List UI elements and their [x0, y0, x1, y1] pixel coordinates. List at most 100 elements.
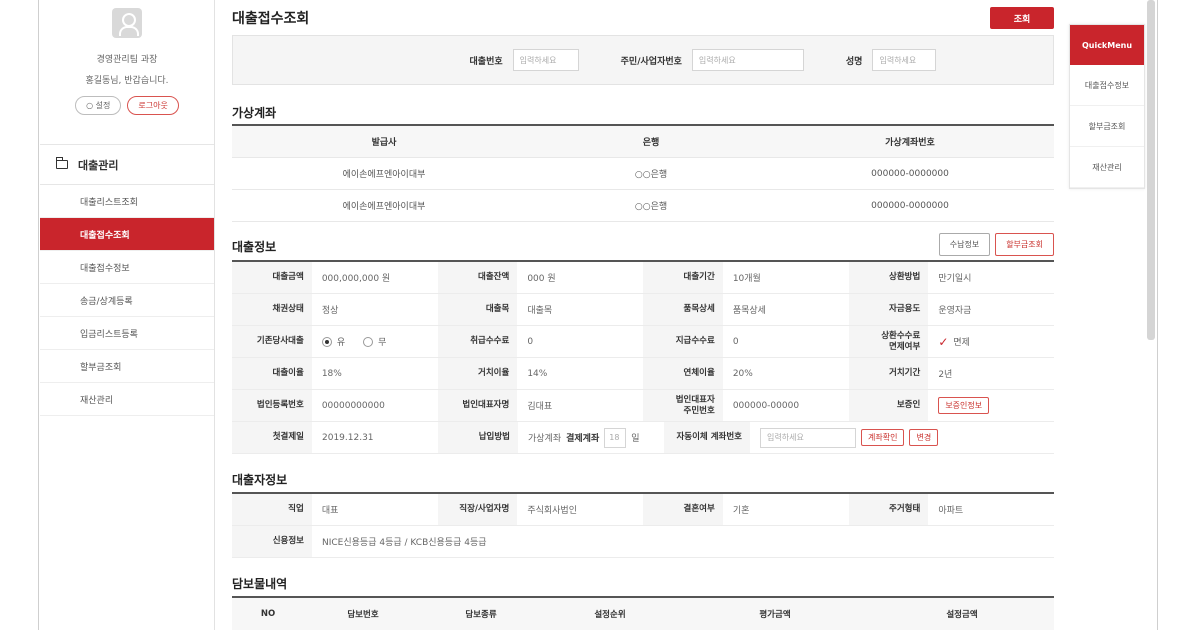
field-label: 거치기간: [848, 358, 929, 389]
loan-info-grid: 대출금액 000,000,000 원 대출잔액 000 원 대출기간 10개월 …: [232, 262, 1054, 454]
sidebar-item-loan-list[interactable]: 대출리스트조회: [40, 185, 214, 218]
field-value: 20%: [732, 368, 753, 379]
quick-menu: QuickMenu 대출접수정보 할부금조회 재산관리: [1069, 24, 1145, 189]
installment-inquiry-button[interactable]: 할부금조회: [995, 233, 1054, 256]
field-label: 대출이율: [232, 358, 312, 389]
menu-group-loan-management[interactable]: 대출관리: [40, 145, 214, 185]
field-value: 주식회사법인: [527, 506, 577, 516]
auto-transfer-account-input[interactable]: 입력하세요: [760, 427, 856, 448]
quick-item-loan-application-info[interactable]: 대출접수정보: [1070, 65, 1144, 106]
quick-item-installment[interactable]: 할부금조회: [1070, 106, 1144, 147]
field-label: 보증인: [848, 390, 929, 421]
field-value: 0: [527, 336, 534, 347]
field-value: 정상: [321, 306, 339, 316]
table-row[interactable]: 에이손에프엔아이대부 ○○은행 000000-0000000: [232, 158, 1054, 190]
auto-transfer-field: 입력하세요 계좌확인 변경: [750, 422, 1000, 453]
loan-info-row: 채권상태 정상 대출목 대출목 품목상세 품목상세 자금용도 운영자금: [232, 294, 1054, 326]
field-label: 상환방법: [848, 262, 929, 293]
search-panel: 대출번호 입력하세요 주민/사업자번호 입력하세요 성명 입력하세요: [232, 35, 1054, 85]
loan-info-row: 첫결제일 2019.12.31 납입방법 가상계좌 결제계좌 18 일 자동이체…: [232, 422, 1054, 454]
field-label: 납입방법: [438, 422, 518, 453]
id-number-input[interactable]: 입력하세요: [691, 49, 804, 71]
loan-info-row: 대출이율 18% 거치이율 14% 연체이율 20% 거치기간 2년: [232, 358, 1054, 390]
header-set-amount: 설정금액: [946, 610, 978, 620]
field-value: 000 원: [527, 274, 556, 284]
field-label: 기존당사대출: [232, 326, 312, 357]
name-input[interactable]: 입력하세요: [872, 49, 937, 71]
quick-item-property[interactable]: 재산관리: [1070, 147, 1144, 188]
field-label: 대출기간: [643, 262, 723, 293]
payment-type-account[interactable]: 결제계좌: [566, 431, 599, 444]
sidebar-item-loan-application-inquiry[interactable]: 대출접수조회: [40, 218, 214, 251]
header-no: NO: [260, 609, 276, 619]
field-value: 면제: [953, 338, 970, 348]
loan-info-row: 대출금액 000,000,000 원 대출잔액 000 원 대출기간 10개월 …: [232, 262, 1054, 294]
sidebar-item-remittance[interactable]: 송금/상계등록: [40, 284, 214, 317]
borrower-info-row: 직업 대표 직장/사업자명 주식회사법인 결혼여부 기혼 주거형태 아파트: [232, 494, 1054, 526]
field-label: 첫결제일: [232, 422, 312, 453]
account-confirm-button[interactable]: 계좌확인: [861, 429, 905, 446]
field-label: 연체이율: [643, 358, 723, 389]
field-value: 아파트: [938, 506, 964, 516]
borrower-info-grid: 직업 대표 직장/사업자명 주식회사법인 결혼여부 기혼 주거형태 아파트 신용…: [232, 494, 1054, 558]
field-label: 대출목: [437, 294, 518, 325]
payment-type-virtual[interactable]: 가상계좌: [528, 431, 561, 444]
vertical-scrollbar[interactable]: [1147, 0, 1155, 340]
field-value: 김대표: [527, 402, 553, 412]
logout-button[interactable]: 로그아웃: [127, 96, 179, 115]
table-row[interactable]: 에이손에프엔아이대부 ○○은행 000000-0000000: [232, 190, 1054, 222]
cell-bank: ○○은행: [634, 170, 668, 180]
field-label: 법인등록번호: [232, 390, 312, 421]
fee-waiver-field: ✓ 면제: [928, 326, 1054, 357]
profile-role: 경영관리팀 과장: [96, 55, 158, 65]
radio-no-label: 무: [378, 338, 387, 348]
sidebar-item-property[interactable]: 재산관리: [40, 383, 214, 416]
field-label: 주거형태: [848, 494, 929, 525]
field-value: 000,000,000 원: [321, 274, 391, 284]
cell-issuer: 에이손에프엔아이대부: [342, 170, 426, 180]
field-label: 결혼여부: [643, 494, 723, 525]
field-label: 신용정보: [232, 526, 312, 557]
field-label: 법인대표자 주민번호: [643, 390, 723, 421]
search-button[interactable]: 조회: [990, 7, 1054, 29]
field-value: 기혼: [732, 506, 750, 516]
field-value: 000000-00000: [732, 400, 800, 411]
radio-yes[interactable]: [321, 336, 332, 347]
label-line: 상환수수료: [881, 330, 921, 341]
field-label: 대출잔액: [437, 262, 518, 293]
field-label: 자금용도: [848, 294, 929, 325]
field-label: 취급수수료: [437, 326, 518, 357]
field-value: 10개월: [732, 274, 761, 284]
field-value: 운영자금: [938, 306, 972, 316]
receipt-info-button[interactable]: 수납정보: [938, 233, 991, 256]
loan-info-row: 기존당사대출 유 무 취급수수료 0 지급수수료 0 상환수수료 면제여부 ✓ 면…: [232, 326, 1054, 358]
field-value: 2019.12.31: [322, 432, 374, 443]
quick-menu-title: QuickMenu: [1070, 25, 1144, 65]
page-title: 대출접수조회: [232, 11, 310, 27]
loan-no-label: 대출번호: [469, 56, 503, 67]
virtual-account-table: 발급사 은행 가상계좌번호 에이손에프엔아이대부 ○○은행 000000-000…: [232, 126, 1054, 222]
settings-button[interactable]: ○ 설정: [75, 96, 122, 115]
field-value: 품목상세: [732, 306, 766, 316]
field-label: 직업: [232, 494, 312, 525]
sidebar-item-installment[interactable]: 할부금조회: [40, 350, 214, 383]
loan-info-row: 법인등록번호 00000000000 법인대표자명 김대표 법인대표자 주민번호 …: [232, 390, 1054, 422]
field-label: 거치이율: [437, 358, 518, 389]
settings-label: 설정: [95, 101, 111, 110]
radio-no[interactable]: [363, 336, 374, 347]
sidebar-item-deposit-list[interactable]: 입금리스트등록: [40, 317, 214, 350]
loan-no-input[interactable]: 입력하세요: [512, 49, 579, 71]
field-label: 법인대표자명: [437, 390, 518, 421]
field-value: 00000000000: [321, 400, 385, 411]
payment-day-input[interactable]: 18: [604, 427, 627, 448]
checkmark-icon[interactable]: ✓: [938, 335, 948, 349]
gear-icon: ○: [86, 101, 96, 110]
guarantor-info-button[interactable]: 보증인정보: [938, 397, 990, 414]
sidebar: 경영관리팀 과장 홍길동님, 반갑습니다. ○ 설정 로그아웃 대출관리 대출리…: [40, 0, 215, 630]
header-priority: 설정순위: [594, 610, 626, 620]
collateral-table-header: NO 담보번호 담보종류 설정순위 평가금액 설정금액: [232, 598, 1054, 630]
folder-icon: [55, 157, 68, 169]
sidebar-item-loan-application-info[interactable]: 대출접수정보: [40, 251, 214, 284]
field-label: 상환수수료 면제여부: [848, 326, 929, 357]
change-button[interactable]: 변경: [909, 429, 939, 446]
